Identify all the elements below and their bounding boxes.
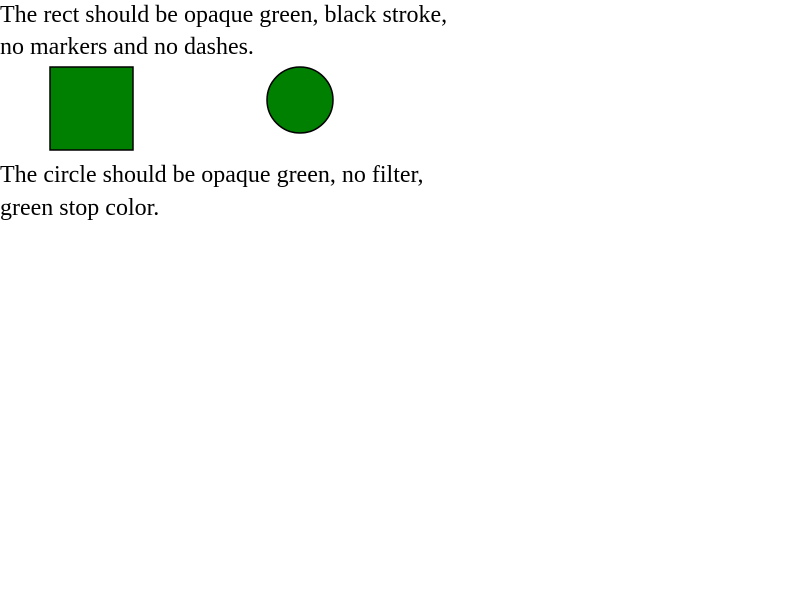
circle-description-line-1: The circle should be opaque green, no fi… <box>0 162 424 188</box>
circle-description-line-2: green stop color. <box>0 195 160 221</box>
shapes-canvas <box>49 66 334 151</box>
green-square <box>49 66 134 151</box>
test-page: The rect should be opaque green, black s… <box>0 0 800 600</box>
green-circle <box>266 66 334 134</box>
